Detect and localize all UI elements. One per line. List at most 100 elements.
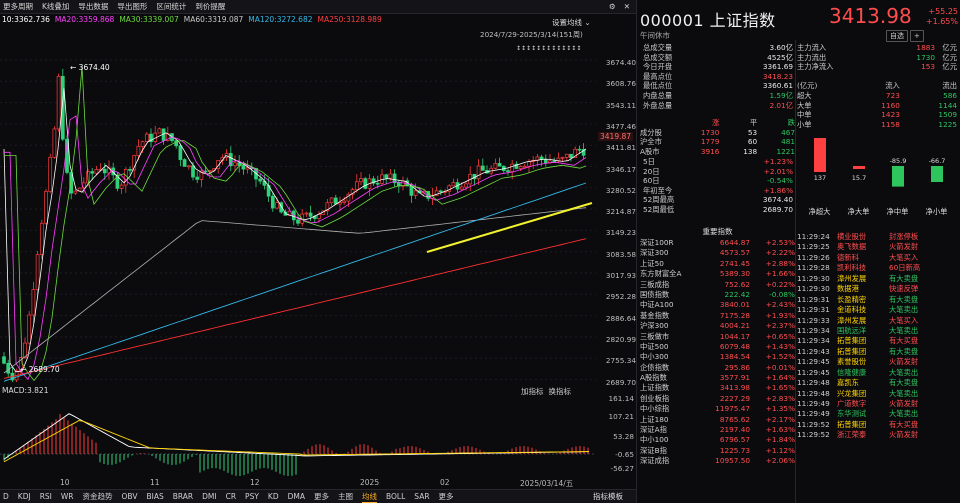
indicator-tab-11[interactable]: KD (268, 492, 279, 501)
indicator-template-button[interactable]: 指标模板 (593, 491, 623, 502)
indicator-tab-3[interactable]: WR (61, 492, 74, 501)
index-row[interactable]: 创业板指 2227.29 +2.83% (640, 394, 795, 404)
index-row[interactable]: 深证100R 6644.87 +2.53% (640, 238, 795, 248)
index-row[interactable]: 基金指数 7175.28 +1.93% (640, 311, 795, 321)
index-row[interactable]: 中小综指 11975.47 +1.35% (640, 404, 795, 414)
candle-body (329, 197, 334, 204)
index-row[interactable]: 深证A指 2197.40 +1.63% (640, 425, 795, 435)
index-name: 深证A指 (640, 425, 667, 435)
index-row[interactable]: A股指数 3577.91 +1.64% (640, 373, 795, 383)
alert-stock: 数据港 (837, 284, 859, 294)
indicator-tab-9[interactable]: CR (226, 492, 236, 501)
toolbar-item-3[interactable]: 导出图形 (117, 1, 147, 12)
candle-body (144, 133, 149, 143)
index-row[interactable]: 上证180 8765.62 +2.17% (640, 415, 795, 425)
index-change: +1.35% (765, 404, 795, 414)
index-name: 上证50 (640, 258, 664, 268)
alert-row[interactable]: 11:29:31 长盈精密 有大卖盘 (797, 295, 957, 305)
toolbar-item-4[interactable]: 区间统计 (156, 1, 186, 12)
indicator-tab-1[interactable]: KDJ (18, 492, 31, 501)
indicator-tab-7[interactable]: BRAR (173, 492, 193, 501)
price-tick: 3280.52 (605, 185, 636, 195)
indicator-tab-8[interactable]: DMI (202, 492, 216, 501)
index-row[interactable]: 国债指数 222.42 -0.08% (640, 290, 795, 300)
index-row[interactable]: 三板做市 1044.17 +0.65% (640, 332, 795, 342)
indicator-tab-5[interactable]: OBV (122, 492, 138, 501)
alert-row[interactable]: 11:29:49 东华测试 大笔卖出 (797, 409, 957, 419)
toolbar-item-1[interactable]: K线叠加 (42, 1, 69, 12)
ma-settings-button[interactable]: 设置均线 ⌄ (552, 17, 591, 28)
breadth-head: 跌 (787, 118, 796, 127)
ma-lines (3, 66, 587, 382)
candle-body (140, 141, 145, 147)
index-row[interactable]: 中小100 6796.57 +1.84% (640, 435, 795, 445)
alert-row[interactable]: 11:29:48 嘉凯东 有大卖盘 (797, 378, 957, 388)
alert-type: 封涨停板 (889, 232, 919, 241)
indicator-tab-0[interactable]: D (3, 492, 9, 501)
macd-chart[interactable] (0, 396, 596, 476)
time-tick: 12 (250, 478, 260, 487)
alert-row[interactable]: 11:29:45 素誉股份 火箭发射 (797, 357, 957, 367)
alert-row[interactable]: 11:29:30 漳州发展 有大卖盘 (797, 274, 957, 284)
index-row[interactable]: 深证300 4573.57 +2.22% (640, 248, 795, 258)
alert-row[interactable]: 11:29:49 广道数字 火箭发射 (797, 399, 957, 409)
alert-row[interactable]: 11:29:52 浙江荣泰 火箭发射 (797, 430, 957, 440)
toolbar-item-2[interactable]: 导出数据 (78, 1, 108, 12)
more-button[interactable]: + (910, 30, 924, 42)
alert-time: 11:29:34 (797, 325, 830, 335)
alert-row[interactable]: 11:29:30 数据港 快速反弹 (797, 284, 957, 294)
price-tick: 3674.40 (605, 58, 636, 67)
index-row[interactable]: 上证指数 3413.98 +1.65% (640, 383, 795, 393)
kline-chart[interactable]: ↕↕↕↕↕↕↕↕↕↕↕↕↕ (0, 38, 596, 382)
index-row[interactable]: 深证成指 10957.50 +2.06% (640, 456, 795, 466)
index-row[interactable]: 东方财富全A 5389.30 +1.66% (640, 269, 795, 279)
more-icon[interactable]: ⚙ (609, 2, 616, 11)
indicator-tab-10[interactable]: PSY (245, 492, 259, 501)
indicator-tab-17[interactable]: SAR (414, 492, 429, 501)
alert-row[interactable]: 11:29:45 信隆健康 大笔卖出 (797, 368, 957, 378)
indicator-tab-6[interactable]: BIAS (146, 492, 163, 501)
close-icon[interactable]: ✕ (624, 2, 630, 11)
alert-type: 快速反弹 (889, 284, 919, 294)
index-row[interactable]: 沪深300 4004.21 +2.37% (640, 321, 795, 331)
alert-row[interactable]: 11:29:28 凯利科技 60日新高 (797, 263, 957, 273)
indicator-tab-4[interactable]: 资金趋势 (83, 491, 113, 502)
alert-row[interactable]: 11:29:26 德新科 大笔买入 (797, 253, 957, 263)
alert-row[interactable]: 11:29:34 拓普集团 有大买盘 (797, 336, 957, 346)
indicator-tab-13[interactable]: 更多 (314, 491, 329, 502)
indicator-tab-16[interactable]: BOLL (386, 492, 405, 501)
alert-row[interactable]: 11:29:33 漳州发展 大笔买入 (797, 316, 957, 326)
index-row[interactable]: 中证500 6079.48 +1.43% (640, 342, 795, 352)
index-row[interactable]: 中证A100 3840.01 +2.43% (640, 300, 795, 310)
indicator-tab-14[interactable]: 主图 (338, 491, 353, 502)
index-value: 10957.50 (715, 456, 750, 466)
alert-row[interactable]: 11:29:48 兴龙集团 大笔卖出 (797, 389, 957, 399)
indicator-tab-2[interactable]: RSI (40, 492, 52, 501)
alert-row[interactable]: 11:29:43 拓普集团 有大卖盘 (797, 347, 957, 357)
alert-row[interactable]: 11:29:31 金道科技 大笔卖出 (797, 305, 957, 315)
trend-line[interactable] (426, 202, 593, 253)
index-row[interactable]: 深证B指 1225.73 +1.12% (640, 446, 795, 456)
ma-settings-label: 设置均线 (552, 18, 582, 27)
indicator-tab-15[interactable]: 均线 (362, 491, 378, 503)
toolbar-item-5[interactable]: 到价提醒 (195, 1, 225, 12)
alert-stock: 素誉股份 (837, 357, 867, 367)
alert-row[interactable]: 11:29:34 国航远洋 大笔卖出 (797, 326, 957, 336)
flow-cell: 1160 (881, 100, 900, 110)
index-row[interactable]: 中小300 1384.54 +1.52% (640, 352, 795, 362)
time-axis: 10 11 12 2025 02 (0, 478, 596, 488)
index-row[interactable]: 企债指数 295.86 +0.01% (640, 363, 795, 373)
index-row[interactable]: 上证50 2741.45 +2.88% (640, 259, 795, 269)
indicator-tab-18[interactable]: 更多 (439, 491, 454, 502)
toolbar-item-0[interactable]: 更多周期 (3, 1, 33, 12)
add-watchlist-button[interactable]: 自选 (886, 30, 908, 42)
alert-row[interactable]: 11:29:25 奥飞数据 火箭发射 (797, 242, 957, 252)
alert-row[interactable]: 11:29:52 拓普集团 有大买盘 (797, 420, 957, 430)
indicator-tab-12[interactable]: DMA (288, 492, 305, 501)
index-name: A股指数 (640, 373, 667, 383)
perf-row: 60日 -0.54% (643, 176, 793, 186)
alert-row[interactable]: 11:29:24 横业股份 封涨停板 (797, 232, 957, 242)
index-value: 8765.62 (719, 414, 750, 424)
index-row[interactable]: 三板成指 752.62 +0.22% (640, 280, 795, 290)
alert-time: 11:29:33 (797, 315, 830, 325)
